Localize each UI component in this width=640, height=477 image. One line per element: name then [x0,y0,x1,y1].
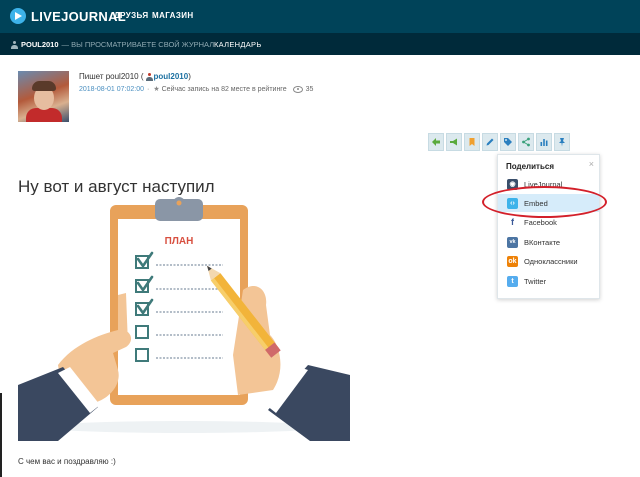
close-icon[interactable]: × [589,159,594,169]
journal-owner: POUL2010 — ВЫ ПРОСМАТРИВАЕТЕ СВОЙ ЖУРНАЛ [11,40,214,49]
post-image-checklist-illustration: ПЛАН [18,195,350,441]
post-body-text: С чем вас и поздравляю :) [18,457,116,466]
odnoklassniki-icon: ok [507,255,518,267]
livejournal-logo-icon [10,8,26,24]
nav-friends[interactable]: ДРУЗЬЯ [114,11,149,20]
back-icon[interactable] [428,133,444,151]
pin-icon[interactable] [554,133,570,151]
nav-shop[interactable]: МАГАЗИН [152,11,194,20]
twitter-icon: t [507,275,518,287]
facebook-icon: f [507,216,518,228]
journal-subheader: POUL2010 — ВЫ ПРОСМАТРИВАЕТЕ СВОЙ ЖУРНАЛ… [0,33,640,55]
user-icon [11,40,18,49]
bookmark-icon[interactable] [464,133,480,151]
post-byline: Пишет poul2010 ( poul2010 ) [79,72,191,81]
byline-prefix: Пишет poul2010 ( [79,72,144,81]
tag-icon[interactable] [500,133,516,151]
star-icon: ★ [153,86,160,93]
rating-text[interactable]: Сейчас запись на 82 месте в рейтинге [162,86,287,93]
calendar-link[interactable]: КАЛЕНДАРЬ [214,40,262,49]
stats-icon[interactable] [536,133,552,151]
share-item-vk[interactable]: vk ВКонтакте [498,233,599,251]
view-count: 35 [305,85,314,93]
share-item-label: Одноклассники [524,256,578,266]
logo-text: LIVEJOURNAL [31,8,127,24]
journal-username[interactable]: POUL2010 [21,40,59,49]
plan-label: ПЛАН [165,236,194,247]
top-navigation-bar: LIVEJOURNAL ДРУЗЬЯ МАГАЗИН [0,0,640,33]
vk-icon: vk [507,236,518,248]
share-icon[interactable] [518,133,534,151]
livejournal-logo[interactable]: LIVEJOURNAL [10,8,126,24]
edit-icon[interactable] [482,133,498,151]
highlight-oval-annotation [482,186,607,218]
share-item-twitter[interactable]: t Twitter [498,272,599,290]
viewing-own-journal-note: — ВЫ ПРОСМАТРИВАЕТЕ СВОЙ ЖУРНАЛ [61,40,215,49]
left-edge-line [0,393,2,477]
author-avatar[interactable] [18,71,69,122]
share-item-label: ВКонтакте [524,237,561,247]
share-item-odnoklassniki[interactable]: ok Одноклассники [498,252,599,270]
share-item-label: Facebook [524,217,557,227]
share-item-label: Twitter [524,276,547,286]
meta-separator: · [147,85,150,93]
megaphone-icon[interactable] [446,133,462,151]
post-action-toolbar [428,133,592,151]
post-meta: 2018-08-01 07:02:00 · ★ Сейчас запись на… [79,85,313,93]
post-date[interactable]: 2018-08-01 07:02:00 [79,86,144,93]
author-link[interactable]: poul2010 [154,72,189,81]
share-popup-title: Поделиться [506,162,555,171]
eye-icon [292,85,303,93]
byline-suffix: ) [188,72,191,81]
share-popup: Поделиться × ◉ LiveJournal ‹› Embed f Fa… [497,154,600,299]
author-user-icon [145,72,153,81]
